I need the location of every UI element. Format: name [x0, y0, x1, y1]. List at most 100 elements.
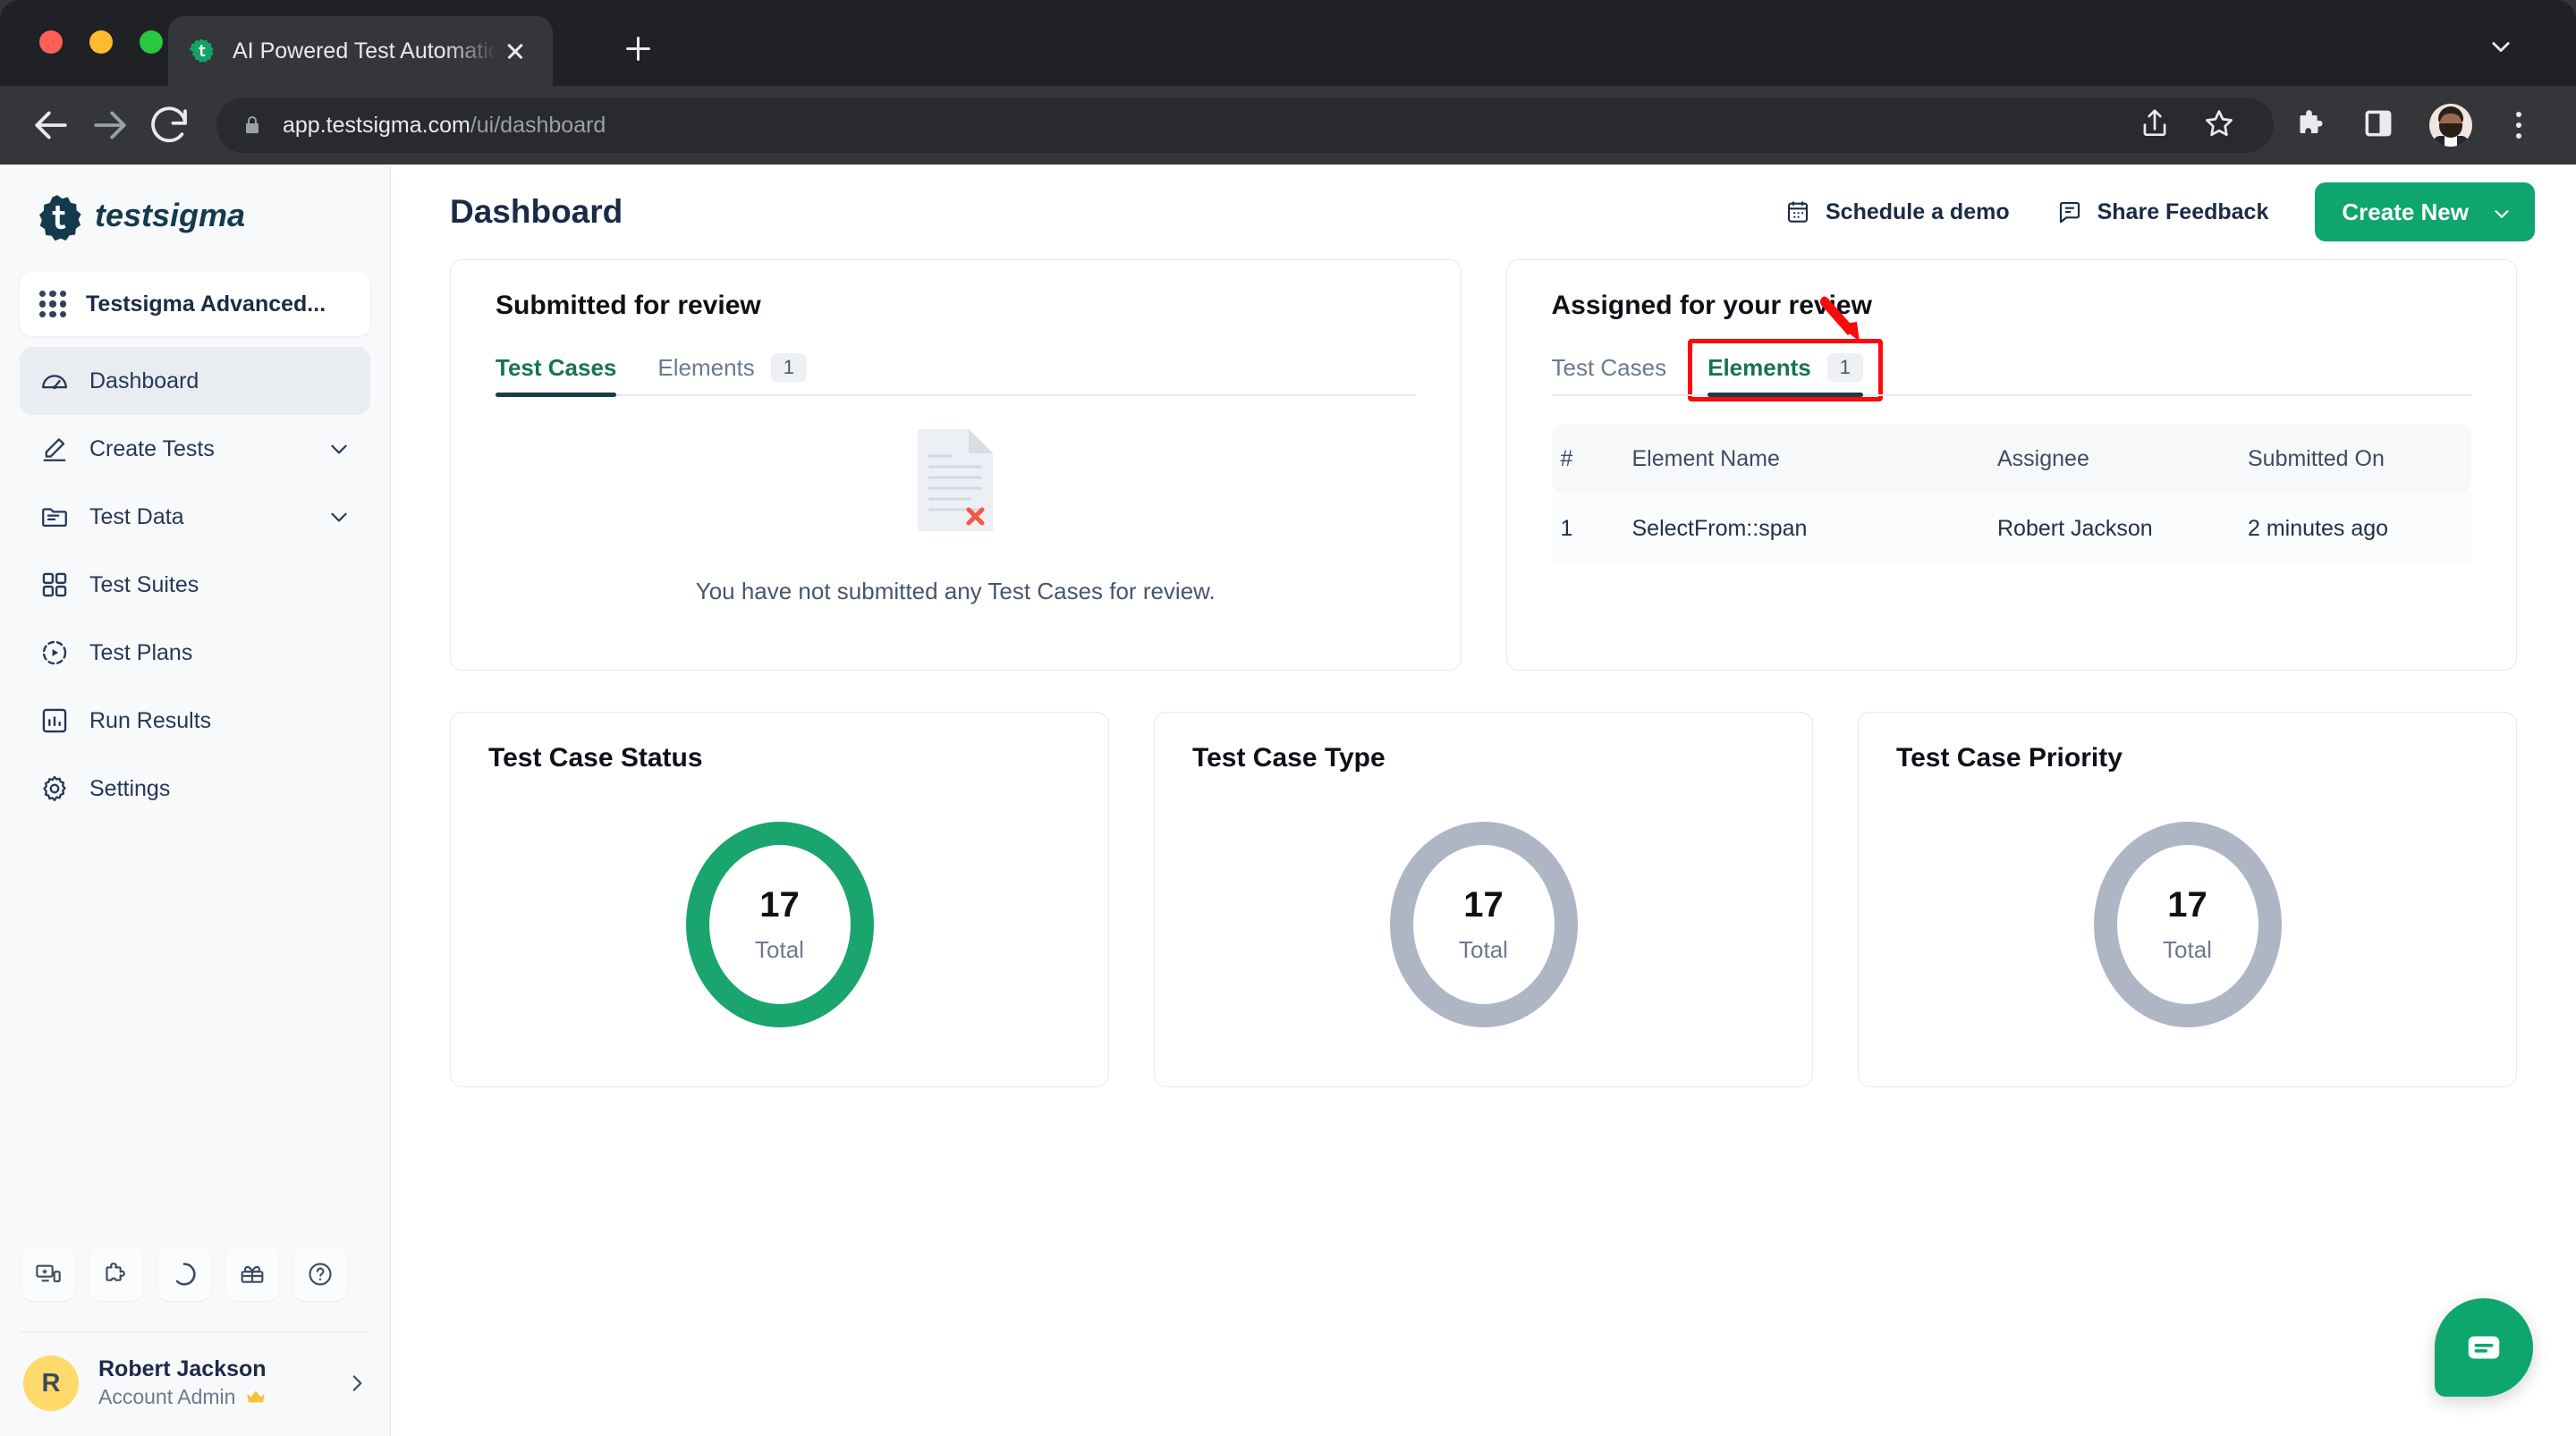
- address-bar[interactable]: app.testsigma.com/ui/dashboard: [216, 97, 2274, 153]
- avatar: R: [23, 1356, 79, 1411]
- project-switcher[interactable]: Testsigma Advanced...: [20, 272, 370, 336]
- sidebar-tools: [0, 1247, 390, 1331]
- tab-label: Elements: [1707, 353, 1811, 381]
- browser-tab[interactable]: AI Powered Test Automation Pl: [168, 16, 553, 86]
- assigned-elements-table: # Element Name Assignee Submitted On 1 S…: [1551, 425, 2471, 564]
- sidebar-item-create-tests[interactable]: Create Tests: [20, 415, 370, 483]
- cell-assignee: Robert Jackson: [1997, 515, 2153, 541]
- test-case-type-card: Test Case Type 17 Total: [1154, 712, 1813, 1087]
- chevron-down-icon[interactable]: [327, 437, 351, 460]
- app-logo[interactable]: testsigma: [0, 165, 390, 259]
- chevron-down-icon[interactable]: [2488, 34, 2513, 59]
- svg-text:testsigma: testsigma: [95, 197, 245, 233]
- sidebar-item-dashboard[interactable]: Dashboard: [20, 347, 370, 415]
- app-page: testsigma Testsigma Advanced... Dashboar…: [0, 165, 2576, 1436]
- test-case-status-card: Test Case Status 17 Total: [450, 712, 1109, 1087]
- sidebar-nav: Dashboard Create Tests Test Data Test Su…: [0, 347, 390, 823]
- tab-badge: 1: [770, 353, 808, 382]
- puzzle-icon[interactable]: [2293, 106, 2331, 144]
- review-cards-row: Submitted for review Test Cases Elements…: [450, 259, 2517, 671]
- donut-value: 17: [2167, 885, 2207, 925]
- card-title: Submitted for review: [496, 291, 761, 320]
- sidebar-item-test-suites[interactable]: Test Suites: [20, 551, 370, 619]
- pencil-icon: [39, 434, 70, 464]
- folder-icon: [39, 502, 70, 532]
- sidebar-item-run-results[interactable]: Run Results: [20, 687, 370, 755]
- column-header-assignee: Assignee: [1997, 445, 2089, 471]
- cell-number: 1: [1560, 515, 1573, 541]
- chevron-down-icon[interactable]: [2492, 202, 2512, 222]
- donut-chart-wrapper: 17 Total: [1896, 822, 2479, 1027]
- testsigma-favicon-icon: [188, 38, 215, 64]
- minimize-window-button[interactable]: [89, 30, 113, 54]
- sidebar-item-test-data[interactable]: Test Data: [20, 483, 370, 551]
- tab-label: Test Cases: [1551, 353, 1667, 381]
- maximize-window-button[interactable]: [140, 30, 163, 54]
- grid-dots-icon: [39, 291, 66, 317]
- devices-icon[interactable]: [21, 1247, 75, 1301]
- browser-titlebar: AI Powered Test Automation Pl: [0, 0, 2576, 86]
- cell-element-name[interactable]: SelectFrom::span: [1602, 516, 1998, 542]
- address-bar-text: app.testsigma.com/ui/dashboard: [283, 112, 606, 138]
- sidebar-item-label: Run Results: [89, 707, 212, 733]
- kebab-menu-icon[interactable]: [2503, 106, 2535, 144]
- header-actions: Schedule a demo Share Feedback Create Ne…: [1784, 182, 2535, 241]
- share-icon[interactable]: [2138, 106, 2175, 144]
- table-row[interactable]: 1 SelectFrom::span Robert Jackson 2 minu…: [1551, 493, 2471, 564]
- help-circle-icon[interactable]: [293, 1247, 347, 1301]
- close-window-button[interactable]: [39, 30, 63, 54]
- sidebar-item-settings[interactable]: Settings: [20, 755, 370, 823]
- sidebar-item-label: Dashboard: [89, 367, 199, 393]
- puzzle-icon[interactable]: [89, 1247, 143, 1301]
- cell-submitted-on: 2 minutes ago: [2248, 515, 2389, 541]
- tab-test-cases[interactable]: Test Cases: [1552, 354, 1667, 382]
- chat-widget-button[interactable]: [2435, 1298, 2533, 1397]
- omnibox-icons: [2138, 106, 2249, 144]
- donut-chart: 17 Total: [685, 822, 874, 1027]
- donut-value: 17: [1463, 885, 1504, 925]
- browser-toolbar: app.testsigma.com/ui/dashboard: [0, 86, 2576, 165]
- plus-icon[interactable]: [617, 29, 658, 70]
- window-controls[interactable]: [39, 30, 163, 54]
- create-new-button[interactable]: Create New: [2315, 182, 2535, 241]
- tab-elements[interactable]: Elements 1: [657, 353, 808, 382]
- page-title: Dashboard: [450, 193, 623, 230]
- sidebar-item-test-plans[interactable]: Test Plans: [20, 619, 370, 687]
- browser-window: AI Powered Test Automation Pl app.testsi…: [0, 0, 2576, 1436]
- user-role-label: Account Admin: [98, 1384, 236, 1408]
- create-new-label: Create New: [2342, 198, 2469, 225]
- gift-icon[interactable]: [225, 1247, 279, 1301]
- grid-squares-icon: [39, 570, 70, 600]
- table-header-row: # Element Name Assignee Submitted On: [1551, 425, 2471, 493]
- submitted-tabs: Test Cases Elements 1: [496, 353, 1416, 397]
- sidebar-item-label: Create Tests: [89, 435, 215, 461]
- donut-chart-wrapper: 17 Total: [1192, 822, 1775, 1027]
- sidebar-item-label: Test Suites: [89, 571, 199, 597]
- side-panel-icon[interactable]: [2361, 106, 2399, 144]
- progress-circle-icon[interactable]: [157, 1247, 211, 1301]
- card-title: Test Case Status: [488, 743, 703, 773]
- testsigma-gear-logo-icon: [32, 193, 82, 243]
- card-title: Test Case Priority: [1896, 743, 2123, 773]
- star-icon[interactable]: [2202, 106, 2240, 144]
- tab-elements[interactable]: Elements 1: [1688, 339, 1883, 401]
- user-name: Robert Jackson: [98, 1356, 267, 1382]
- share-feedback-label: Share Feedback: [2097, 199, 2269, 224]
- lock-icon: [242, 114, 263, 137]
- tab-badge: 1: [1826, 353, 1863, 382]
- profile-avatar-icon[interactable]: [2429, 104, 2472, 147]
- user-profile[interactable]: R Robert Jackson Account Admin: [0, 1332, 390, 1436]
- tab-test-cases[interactable]: Test Cases: [496, 354, 617, 397]
- chevron-right-icon[interactable]: [345, 1372, 369, 1395]
- project-name: Testsigma Advanced...: [86, 291, 326, 317]
- chevron-down-icon[interactable]: [327, 505, 351, 528]
- schedule-demo-button[interactable]: Schedule a demo: [1784, 199, 2010, 225]
- forward-arrow-icon[interactable]: [86, 101, 134, 149]
- column-header-number: #: [1560, 445, 1573, 471]
- back-arrow-icon[interactable]: [27, 101, 75, 149]
- reload-icon[interactable]: [145, 101, 193, 149]
- close-icon[interactable]: [497, 33, 533, 69]
- assigned-tabs: Test Cases Elements 1: [1551, 339, 2472, 401]
- share-feedback-button[interactable]: Share Feedback: [2056, 199, 2269, 225]
- card-title: Assigned for your review: [1551, 291, 1872, 320]
